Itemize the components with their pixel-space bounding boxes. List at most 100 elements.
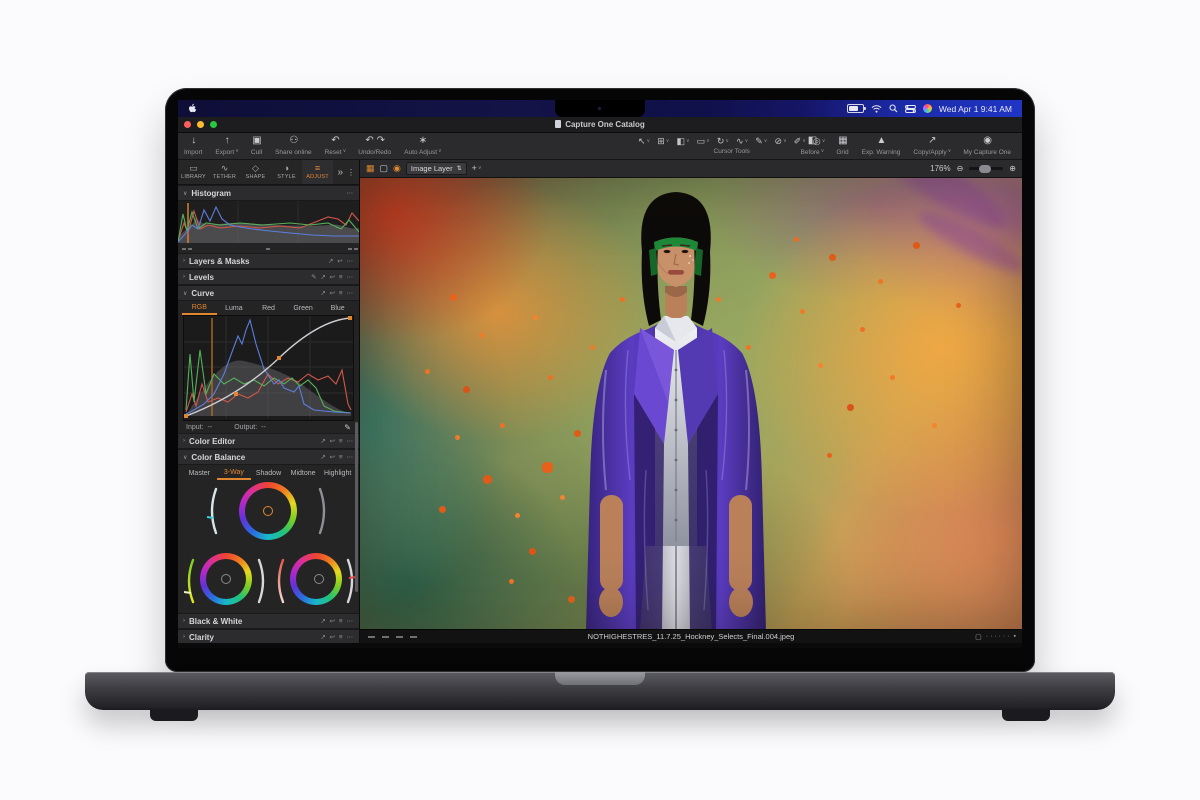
curve-channel-tab[interactable]: Green (286, 303, 321, 314)
shadow-left-slider[interactable] (184, 558, 195, 604)
photo-canvas[interactable] (360, 178, 1022, 629)
section-actions-icons[interactable]: ↗ ↩ ⋯ (328, 257, 354, 265)
sidebar-tab[interactable]: ≡ ADJUST (302, 160, 333, 184)
color-balance-tabs: Master3-WayShadowMidtoneHighlight (178, 465, 359, 481)
erase-mask-icon[interactable]: ⊘∨ (774, 137, 786, 146)
highlight-left-slider[interactable] (274, 558, 285, 604)
sidebar-tab[interactable]: ▭ LIBRARY (178, 160, 209, 184)
keystone-icon[interactable]: ∿∨ (736, 137, 748, 146)
toolbar-button[interactable]: ↑ Export∨ (209, 133, 244, 159)
rotate-icon[interactable]: ↻∨ (717, 137, 729, 146)
curve-graph[interactable] (183, 315, 354, 421)
menu-clock[interactable]: Wed Apr 1 9:41 AM (939, 104, 1012, 114)
control-center-icon[interactable] (905, 105, 916, 113)
toolbar-button[interactable]: ↓ Import (178, 133, 209, 159)
toolbar-button[interactable]: ◧ Before∨ (795, 133, 831, 159)
color-balance-tab[interactable]: Highlight (320, 467, 355, 479)
battery-icon[interactable] (847, 104, 864, 113)
highlight-wheel-handle[interactable] (314, 574, 324, 584)
midtone-left-slider[interactable] (206, 487, 218, 535)
layer-selector[interactable]: Image Layer ⇅ (406, 162, 467, 175)
section-header-color-balance[interactable]: ∨ Color Balance ↗ ↩ ≡ ⋯ (178, 449, 359, 465)
curve-output-value: -- (261, 424, 266, 431)
midtone-wheel-handle[interactable] (263, 506, 273, 516)
zoom-level[interactable]: 176% (930, 164, 950, 173)
sidebar-tab-icon: ≡ (315, 164, 320, 174)
section-header-color-editor[interactable]: › Color Editor ↗ ↩ ≡ ⋯ (178, 433, 359, 449)
toolbar-button-icon: ↑ (225, 136, 230, 148)
sidebar-tab-bar: ▭ LIBRARY ∿ TETHER ◇ SHAPE ◑ STYLE ≡ ADJ… (178, 160, 359, 185)
zoom-slider[interactable] (969, 167, 1003, 170)
loupe-icon[interactable]: ◧∨ (676, 137, 689, 146)
viewer-footer-bar: NOTHIGHESTRES_11.7.25_Hockney_Selects_Fi… (360, 629, 1022, 643)
sidebar-tab[interactable]: ∿ TETHER (209, 160, 240, 184)
toolbar-button-icon: ◧ (808, 136, 817, 148)
section-actions-icons[interactable]: ↗ ↩ ≡ ⋯ (320, 617, 354, 625)
curve-channel-tab[interactable]: Red (251, 303, 286, 314)
midtone-color-wheel[interactable] (239, 482, 297, 540)
section-header[interactable]: › Layers & Masks ↗ ↩ ⋯ (178, 253, 359, 269)
toolbar-button[interactable]: ⚇ Share online (269, 133, 319, 159)
histogram-graph (178, 201, 359, 247)
curve-picker-icon[interactable]: ✎ (344, 423, 351, 432)
highlight-color-wheel[interactable] (290, 553, 342, 605)
section-actions-icons[interactable]: ⋯ (347, 189, 355, 197)
section-header[interactable]: › Black & White ↗ ↩ ≡ ⋯ (178, 613, 359, 629)
sidebar-scrollbar[interactable] (355, 422, 358, 592)
draw-mask-icon[interactable]: ✎∨ (755, 137, 767, 146)
color-balance-tab[interactable]: Master (182, 467, 217, 479)
rubber-foot (150, 710, 198, 721)
color-balance-tab[interactable]: Midtone (286, 467, 321, 479)
zoom-out-icon[interactable]: ⊖ (957, 164, 964, 173)
midtone-right-slider[interactable] (318, 487, 330, 535)
section-actions-icons[interactable]: ↗ ↩ ≡ ⋯ (320, 453, 354, 461)
tab-menu-icon[interactable]: ⋮ (347, 168, 355, 177)
window-title: Capture One Catalog (178, 120, 1022, 129)
tab-overflow-icon[interactable]: » (337, 167, 343, 178)
single-view-icon[interactable]: ▢ (380, 164, 389, 173)
crop-icon[interactable]: ▭∨ (697, 137, 710, 146)
section-actions-icons[interactable]: ✎ ↗ ↩ ≡ ⋯ (311, 273, 354, 281)
curve-channel-tab[interactable]: RGB (182, 302, 217, 315)
search-icon[interactable] (889, 104, 898, 113)
shadow-wheel-handle[interactable] (221, 574, 231, 584)
histogram-ticks (178, 247, 359, 253)
curve-channel-tab[interactable]: Blue (320, 303, 355, 314)
toolbar-button[interactable]: ↗ Copy/Apply∨ (907, 133, 957, 159)
zoom-slider-thumb[interactable] (979, 165, 991, 173)
color-balance-tab[interactable]: 3-Way (217, 466, 252, 480)
toolbar-button[interactable]: ▣ Cull (245, 133, 269, 159)
section-header[interactable]: › Levels ✎ ↗ ↩ ≡ ⋯ (178, 269, 359, 285)
proof-view-icon[interactable]: ◉ (393, 164, 401, 173)
curve-channel-tab[interactable]: Luma (217, 303, 252, 314)
apple-logo-icon[interactable] (188, 103, 197, 114)
pan-hand-icon[interactable]: ⊞∨ (657, 137, 669, 146)
wifi-icon[interactable] (871, 105, 882, 113)
add-layer-icon[interactable]: +∨ (472, 164, 482, 173)
section-header[interactable]: › Clarity ↗ ↩ ≡ ⋯ (178, 629, 359, 643)
macbook-base (85, 672, 1115, 710)
section-header-histogram[interactable]: ∨ Histogram ⋯ (178, 185, 359, 201)
section-actions-icons[interactable]: ↗ ↩ ≡ ⋯ (320, 289, 354, 297)
toolbar-button[interactable]: ∗ Auto Adjust∨ (398, 133, 448, 159)
select-cursor-icon[interactable]: ↖∨ (638, 137, 650, 146)
zoom-in-icon[interactable]: ⊕ (1009, 164, 1016, 173)
toolbar-button[interactable]: ↶ ↷ Undo/Redo (352, 133, 398, 159)
sidebar-tab[interactable]: ◇ SHAPE (240, 160, 271, 184)
section-actions-icons[interactable]: ↗ ↩ ≡ ⋯ (320, 437, 354, 445)
sidebar-tab[interactable]: ◑ STYLE (271, 160, 302, 184)
multi-view-icon[interactable]: ▦ (366, 164, 375, 173)
toolbar-button[interactable]: ▲ Exp. Warning (856, 133, 908, 159)
sidebar-tab-icon: ∿ (221, 164, 229, 174)
shadow-color-wheel[interactable] (200, 553, 252, 605)
toolbar-button[interactable]: ◉ My Capture One (957, 133, 1018, 159)
paint-splatters (360, 178, 363, 181)
toolbar-button[interactable]: ↶ Reset∨ (319, 133, 353, 159)
section-header-curve[interactable]: ∨ Curve ↗ ↩ ≡ ⋯ (178, 285, 359, 301)
menu-extra-app-icon[interactable] (923, 104, 932, 113)
toolbar-button[interactable]: ▦ Grid (830, 133, 855, 159)
shadow-right-slider[interactable] (257, 558, 268, 604)
color-balance-tab[interactable]: Shadow (251, 467, 286, 479)
section-actions-icons[interactable]: ↗ ↩ ≡ ⋯ (320, 633, 354, 641)
document-icon (555, 120, 561, 128)
